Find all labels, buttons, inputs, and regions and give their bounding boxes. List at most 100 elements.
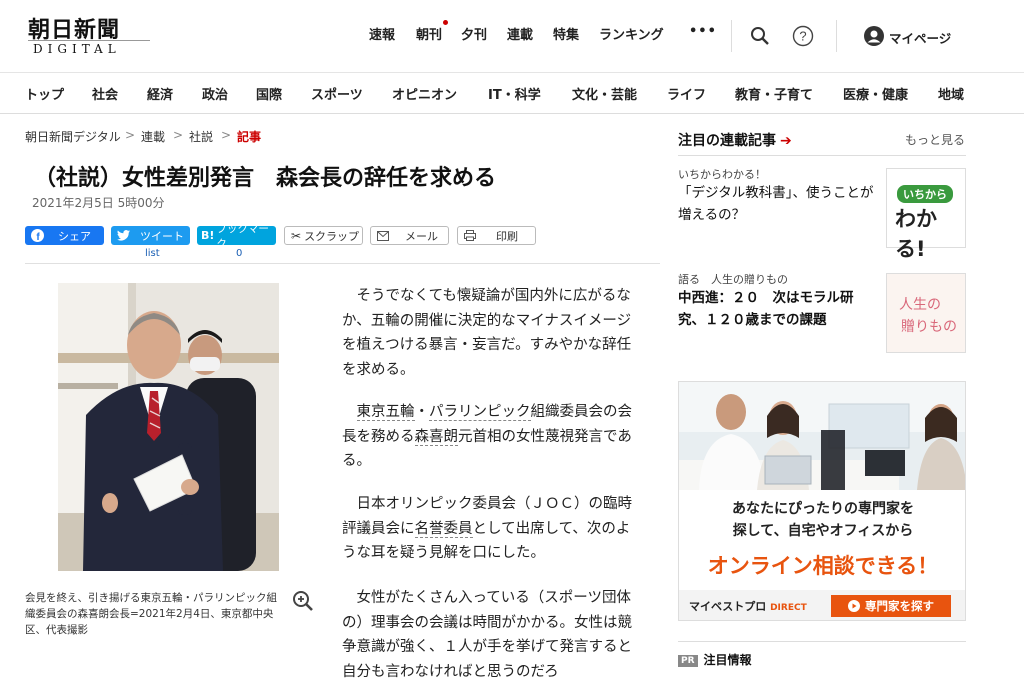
share-divider [25, 263, 660, 264]
sidebar-item1-thumbnail[interactable]: いちから わかる! [886, 168, 966, 261]
topnav-more[interactable]: ••• [689, 24, 717, 39]
hatena-count[interactable]: 0 [236, 248, 242, 259]
sidebar-heading-label: 注目の連載記事 [678, 133, 776, 149]
article-title: （社説）女性差別発言 森会長の辞任を求める [34, 166, 497, 191]
zoom-in-icon[interactable] [292, 590, 314, 616]
ad-headline: オンライン相談できる！ [707, 554, 939, 578]
twitter-share-label: ツイート [140, 229, 184, 243]
breadcrumb-sep: > [125, 128, 136, 142]
print-button[interactable]: 印刷 [457, 226, 536, 245]
sidebar-item1-series[interactable]: いちからわかる！ [678, 166, 766, 182]
thumbnail-line1: 人生の [899, 297, 941, 313]
article-paragraph-1: そうでなくても懐疑論が国内外に広がるなか、五輪の開催に決定的なマイナスイメージを… [342, 288, 632, 378]
secnav-sports[interactable]: スポーツ [311, 84, 363, 103]
arrow-right-icon: ➔ [780, 133, 792, 149]
thumbnail-line2: 贈りもの [901, 319, 957, 335]
secnav-region[interactable]: 地域 [938, 84, 964, 103]
separator-dot: ・ [414, 404, 430, 420]
secnav-it-science[interactable]: IT・科学 [488, 84, 541, 103]
article-paragraph-3: 日本オリンピック委員会（ＪＯＣ）の臨時評議員会に名誉委員として出席して、次のよう… [342, 492, 637, 566]
sidebar-item2-series[interactable]: 語る 人生の贈りもの [678, 271, 788, 287]
link-meiyo-iin[interactable]: 名誉委員 [414, 520, 473, 538]
new-dot [443, 20, 449, 25]
play-icon [848, 600, 860, 612]
twitter-list-link[interactable]: list [145, 248, 160, 259]
sidebar-heading[interactable]: 注目の連載記事 ➔ [678, 130, 792, 150]
topnav-tokushu[interactable]: 特集 [553, 24, 579, 43]
ad-photo [679, 382, 965, 490]
secnav-economy[interactable]: 経済 [147, 84, 173, 103]
mail-icon [377, 230, 389, 241]
help-icon[interactable]: ? [792, 25, 814, 51]
secnav-education[interactable]: 教育・子育て [735, 84, 813, 103]
breadcrumb-sep: > [221, 128, 232, 142]
pr-section-heading: PR 注目情報 [678, 651, 752, 668]
secnav-top[interactable]: トップ [25, 84, 64, 103]
article-date: 2021年2月5日 5時00分 [32, 196, 165, 210]
divider [731, 20, 732, 52]
scrap-label: スクラップ [304, 229, 360, 243]
search-icon[interactable] [750, 26, 770, 50]
breadcrumb-sep: > [173, 128, 184, 142]
breadcrumb-current: 記事 [237, 130, 262, 144]
ad-cta-label: 専門家を探す [865, 599, 934, 613]
secnav-health[interactable]: 医療・健康 [843, 84, 908, 103]
photo-caption: 会見を終え、引き揚げる東京五輪・パラリンピック組織委員会の森喜朗会長=2021年… [25, 592, 277, 636]
thumbnail-title: わかる! [895, 207, 937, 261]
breadcrumb-home[interactable]: 朝日新聞デジタル [25, 128, 121, 145]
topnav-choukan[interactable]: 朝刊 [416, 20, 449, 43]
hatena-bookmark-label: ブックマーク [216, 222, 269, 250]
sidebar-more-link[interactable]: もっと見る [905, 131, 965, 148]
article-paragraph-4: 女性がたくさん入っている（スポーツ団体の）理事会の会議は時間がかかる。女性は競争… [342, 590, 632, 680]
mail-label: メール [405, 229, 438, 243]
link-mori-yoshiro[interactable]: 森喜朗 [414, 428, 458, 446]
pr-badge: PR [678, 655, 698, 667]
mail-button[interactable]: メール [370, 226, 449, 245]
topnav-rensai[interactable]: 連載 [507, 24, 533, 43]
twitter-icon [117, 230, 130, 241]
secnav-politics[interactable]: 政治 [202, 84, 228, 103]
sidebar-item2-title[interactable]: 中西進：２０ 次はモラル研究、１２０歳までの課題 [678, 287, 876, 331]
header-divider [0, 72, 1024, 73]
nav-divider [0, 113, 1024, 114]
printer-icon [464, 230, 476, 241]
secnav-life[interactable]: ライフ [667, 84, 706, 103]
thumbnail-badge: いちから [897, 185, 953, 203]
svg-text:?: ? [799, 29, 806, 44]
sidebar-divider [678, 641, 966, 642]
ad-brand-name: マイベストプロ [689, 600, 767, 613]
facebook-icon: f [31, 229, 44, 242]
scrap-button[interactable]: ✂ スクラップ [284, 226, 363, 245]
topnav-sokuho[interactable]: 速報 [369, 24, 395, 43]
user-icon[interactable] [864, 26, 884, 50]
topnav-yuukan[interactable]: 夕刊 [461, 24, 487, 43]
breadcrumb-editorial[interactable]: 社説 [189, 128, 213, 145]
link-paralympics[interactable]: パラリンピック [429, 404, 531, 421]
breadcrumb-series[interactable]: 連載 [141, 128, 165, 145]
facebook-share-label: シェア [58, 229, 91, 243]
ad-brand: マイベストプロ DIRECT [689, 598, 807, 614]
sidebar-item2-thumbnail[interactable]: 人生の 贈りもの [886, 273, 966, 353]
facebook-share-button[interactable]: f シェア [25, 226, 104, 245]
secnav-culture[interactable]: 文化・芸能 [572, 84, 637, 103]
ad-cta-button[interactable]: 専門家を探す [831, 595, 951, 617]
secnav-international[interactable]: 国際 [256, 84, 282, 103]
topnav-ranking[interactable]: ランキング [599, 24, 664, 43]
sidebar-divider [678, 155, 966, 156]
secnav-opinion[interactable]: オピニオン [392, 84, 457, 103]
topnav-choukan-label: 朝刊 [416, 28, 443, 43]
hatena-bookmark-button[interactable]: B! ブックマーク [197, 223, 276, 250]
ad-line-1: あなたにぴったりの専門家を [732, 501, 914, 517]
logo-subtitle: DIGITAL [33, 42, 121, 56]
article-photo[interactable] [58, 283, 279, 571]
advertisement-banner[interactable]: あなたにぴったりの専門家を 探して、自宅やオフィスから オンライン相談できる！ … [678, 381, 966, 621]
hatena-icon: B! [201, 229, 215, 242]
mypage-link[interactable]: マイページ [889, 28, 951, 47]
secnav-society[interactable]: 社会 [92, 84, 118, 103]
divider [836, 20, 837, 52]
sidebar-item1-title[interactable]: 「デジタル教科書」、使うことが増えるの？ [678, 182, 874, 226]
scissors-icon: ✂ [291, 228, 302, 243]
link-tokyo-olympics[interactable]: 東京五輪 [356, 404, 415, 421]
twitter-share-button[interactable]: ツイート [111, 226, 190, 245]
pr-label: 注目情報 [703, 653, 752, 667]
